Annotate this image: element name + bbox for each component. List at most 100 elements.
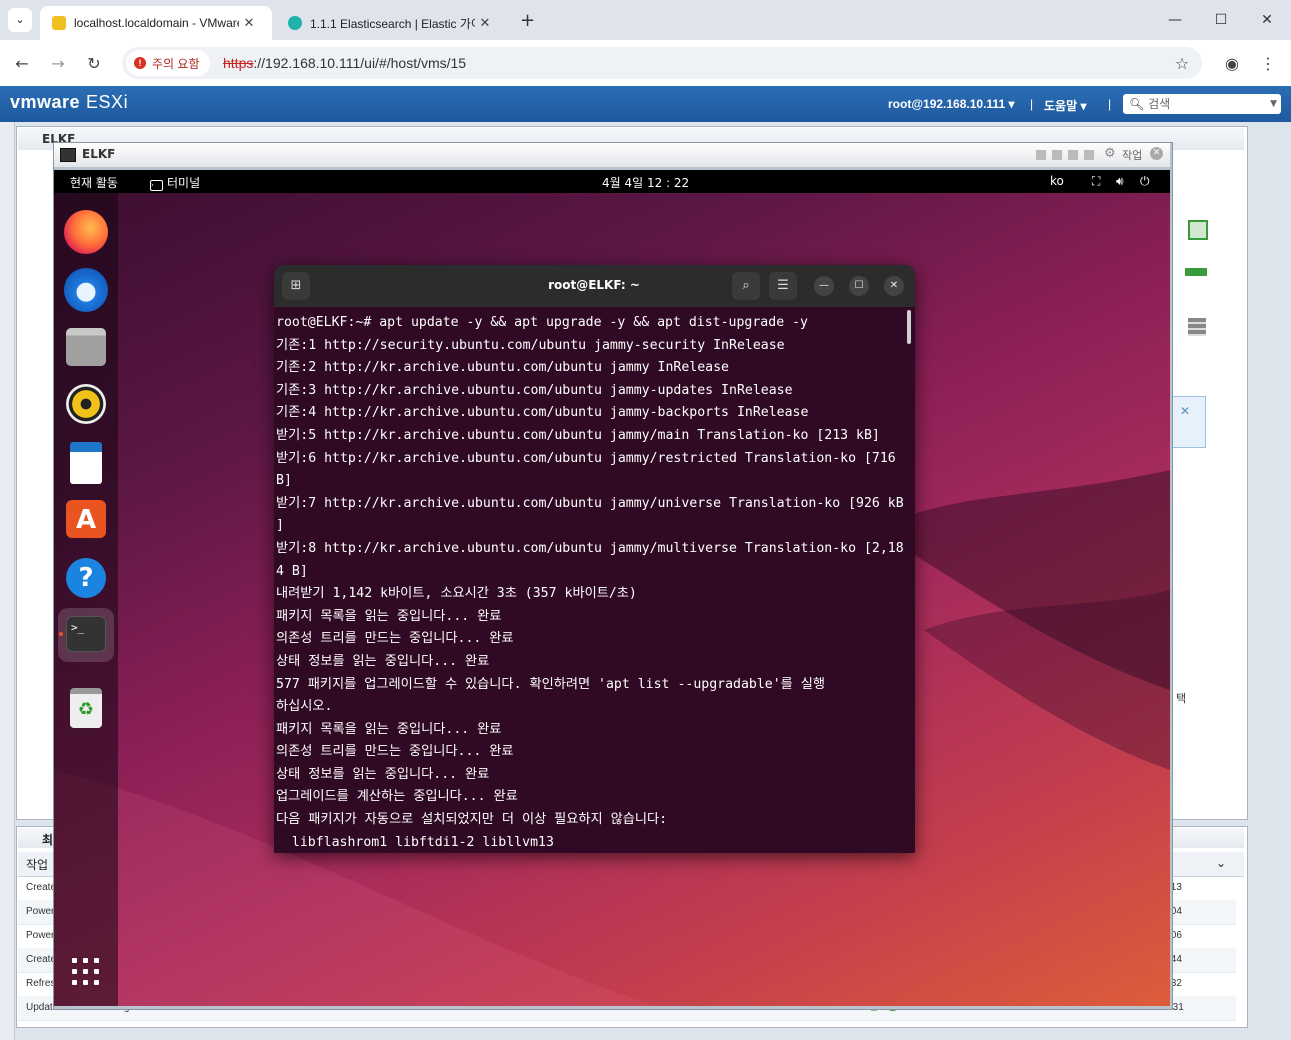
tab-title: 1.1.1 Elasticsearch | Elastic 가이 bbox=[310, 16, 475, 31]
terminal-line: 받기:5 http://kr.archive.ubuntu.com/ubuntu… bbox=[276, 427, 880, 443]
close-tab-icon[interactable]: ✕ bbox=[475, 15, 495, 31]
url-scheme: https bbox=[223, 55, 254, 71]
files-icon[interactable] bbox=[66, 328, 106, 366]
terminal-icon[interactable]: >_ bbox=[66, 616, 106, 652]
rhythmbox-icon[interactable] bbox=[66, 384, 106, 424]
maximize-icon[interactable]: ☐ bbox=[849, 276, 869, 296]
terminal-line: 기존:3 http://kr.archive.ubuntu.com/ubuntu… bbox=[276, 382, 793, 398]
security-label: 주의 요함 bbox=[152, 56, 200, 71]
firefox-icon[interactable] bbox=[64, 210, 108, 254]
network-icon[interactable]: ⛶ bbox=[1092, 174, 1100, 189]
close-window-icon[interactable]: ✕ bbox=[1244, 8, 1290, 32]
navigator-collapsed[interactable] bbox=[0, 122, 15, 1040]
thunderbird-icon[interactable] bbox=[64, 268, 108, 312]
elastic-favicon-icon bbox=[288, 16, 302, 30]
help-menu[interactable]: 도움말 ▾ bbox=[1044, 97, 1086, 114]
help-icon[interactable]: ? bbox=[66, 558, 106, 598]
minimize-icon[interactable]: — bbox=[1152, 8, 1198, 32]
console-title: ELKF bbox=[82, 147, 116, 161]
terminal-line: 내려받기 1,142 k바이트, 소요시간 3초 (357 k바이트/초) bbox=[276, 586, 637, 602]
esxi-header bbox=[0, 86, 1291, 122]
tab-search-button[interactable]: ⌄ bbox=[8, 8, 32, 32]
terminal-line: 패키지 목록을 읽는 중입니다... 완료 bbox=[276, 721, 502, 737]
terminal-line: root@ELKF:~# apt update -y && apt upgrad… bbox=[276, 315, 808, 330]
terminal-line: 577 패키지를 업그레이드할 수 있습니다. 확인하려면 'apt list … bbox=[276, 676, 825, 692]
new-tab-icon[interactable]: ⊞ bbox=[282, 272, 310, 300]
menu-icon[interactable]: ⋮ bbox=[1256, 52, 1280, 76]
app-center-icon[interactable]: A bbox=[66, 500, 106, 538]
terminal-scrollbar[interactable] bbox=[907, 310, 911, 344]
libreoffice-writer-icon[interactable] bbox=[70, 442, 102, 484]
vmware-favicon-icon bbox=[52, 16, 66, 30]
ubuntu-dock bbox=[54, 193, 118, 1006]
terminal-line: 4 B] bbox=[276, 563, 308, 579]
terminal-line: libflashrom1 libftdi1-2 libllvm13 bbox=[276, 834, 554, 850]
security-warning-chip[interactable]: ! 주의 요함 bbox=[126, 50, 210, 76]
new-tab-button[interactable]: + bbox=[520, 10, 535, 31]
show-apps-grid-icon[interactable] bbox=[72, 958, 102, 988]
task-name: Power bbox=[26, 906, 55, 917]
task-name: Power bbox=[26, 930, 55, 941]
terminal-line: 상태 정보를 읽는 중입니다... 완료 bbox=[276, 766, 490, 782]
forward-icon[interactable]: → bbox=[46, 52, 70, 76]
url-text[interactable]: https://192.168.10.111/ui/#/host/vms/15 bbox=[223, 55, 466, 71]
terminal-line: 기존:4 http://kr.archive.ubuntu.com/ubuntu… bbox=[276, 405, 809, 421]
close-icon[interactable]: ✕ bbox=[1180, 404, 1190, 418]
terminal-line: 의존성 트리를 만드는 중입니다... 완료 bbox=[276, 744, 514, 760]
task-name: Create bbox=[26, 882, 57, 893]
volume-icon[interactable]: 🔊︎ bbox=[1116, 174, 1124, 189]
input-language[interactable]: ko bbox=[1050, 174, 1064, 188]
running-indicator bbox=[59, 632, 63, 636]
search-placeholder: 검색 bbox=[1148, 97, 1171, 111]
console-icon bbox=[60, 148, 76, 162]
back-icon[interactable]: ← bbox=[10, 52, 34, 76]
search-icon[interactable]: ⌕ bbox=[732, 272, 760, 300]
storage-icon bbox=[1188, 318, 1206, 336]
tab-vmware[interactable]: localhost.localdomain - VMware ✕ bbox=[40, 6, 272, 40]
terminal-line: 업그레이드를 계산하는 중입니다... 완료 bbox=[276, 789, 518, 805]
close-icon[interactable]: ✕ bbox=[884, 276, 904, 296]
bookmark-star-icon[interactable]: ☆ bbox=[1170, 52, 1194, 76]
console-toolbar-icons[interactable] bbox=[1036, 150, 1100, 160]
actions-menu[interactable]: 작업 bbox=[1122, 147, 1142, 163]
search-icon: 🔍︎ bbox=[1129, 97, 1145, 111]
app-menu[interactable]: › 터미널 bbox=[150, 174, 200, 191]
warning-icon: ! bbox=[134, 57, 146, 69]
terminal-line: 받기:6 http://kr.archive.ubuntu.com/ubuntu… bbox=[276, 450, 896, 466]
activities-button[interactable]: 현재 활동 bbox=[70, 174, 118, 191]
right-label: 택 bbox=[1176, 692, 1187, 705]
chevron-down-icon[interactable]: ⌄ bbox=[1216, 856, 1226, 870]
terminal-line: 받기:8 http://kr.archive.ubuntu.com/ubuntu… bbox=[276, 540, 904, 556]
close-tab-icon[interactable]: ✕ bbox=[239, 15, 259, 31]
chevron-down-icon: ▼ bbox=[1270, 99, 1277, 109]
hamburger-menu-icon[interactable]: ☰ bbox=[769, 272, 797, 300]
terminal-line: B] bbox=[276, 473, 292, 489]
terminal-icon: › bbox=[150, 180, 163, 191]
terminal-line: 받기:7 http://kr.archive.ubuntu.com/ubuntu… bbox=[276, 495, 904, 511]
logo-vmware: vmware bbox=[10, 92, 81, 112]
memory-icon bbox=[1185, 268, 1207, 276]
clock[interactable]: 4월 4일 12 : 22 bbox=[602, 174, 689, 191]
minimize-icon[interactable]: — bbox=[814, 276, 834, 296]
terminal-line: 패키지 목록을 읽는 중입니다... 완료 bbox=[276, 608, 502, 624]
reload-icon[interactable]: ↻ bbox=[82, 52, 106, 76]
terminal-line: 상태 정보를 읽는 중입니다... 완료 bbox=[276, 653, 490, 669]
terminal-output[interactable]: root@ELKF:~# apt update -y && apt upgrad… bbox=[276, 312, 908, 854]
power-icon[interactable]: ⏻ bbox=[1140, 174, 1150, 189]
gear-icon[interactable]: ⚙ bbox=[1104, 146, 1116, 161]
close-icon[interactable]: ✕ bbox=[1150, 147, 1163, 160]
col-task[interactable]: 작업 bbox=[26, 856, 48, 873]
user-menu[interactable]: root@192.168.10.111 ▾ bbox=[888, 97, 1014, 111]
terminal-line: 의존성 트리를 만드는 중입니다... 완료 bbox=[276, 631, 514, 647]
tab-elasticsearch[interactable]: 1.1.1 Elasticsearch | Elastic 가이 ✕ bbox=[276, 6, 508, 40]
search-box[interactable]: 🔍︎ 검색 ▼ bbox=[1123, 94, 1281, 114]
trash-icon[interactable]: ♻ bbox=[70, 688, 102, 728]
divider: | bbox=[1030, 97, 1034, 111]
terminal-line: 하십시오. bbox=[276, 699, 333, 715]
terminal-line: 다음 패키지가 자동으로 설치되었지만 더 이상 필요하지 않습니다: bbox=[276, 812, 668, 828]
vm-console-titlebar: ELKF bbox=[54, 143, 1170, 167]
profile-icon[interactable]: ◉ bbox=[1220, 52, 1244, 76]
gnome-top-bar: 현재 활동 › 터미널 4월 4일 12 : 22 ko ⛶ 🔊︎ ⏻ bbox=[54, 170, 1170, 193]
terminal-line: ] bbox=[276, 518, 284, 534]
maximize-icon[interactable]: ☐ bbox=[1198, 8, 1244, 32]
